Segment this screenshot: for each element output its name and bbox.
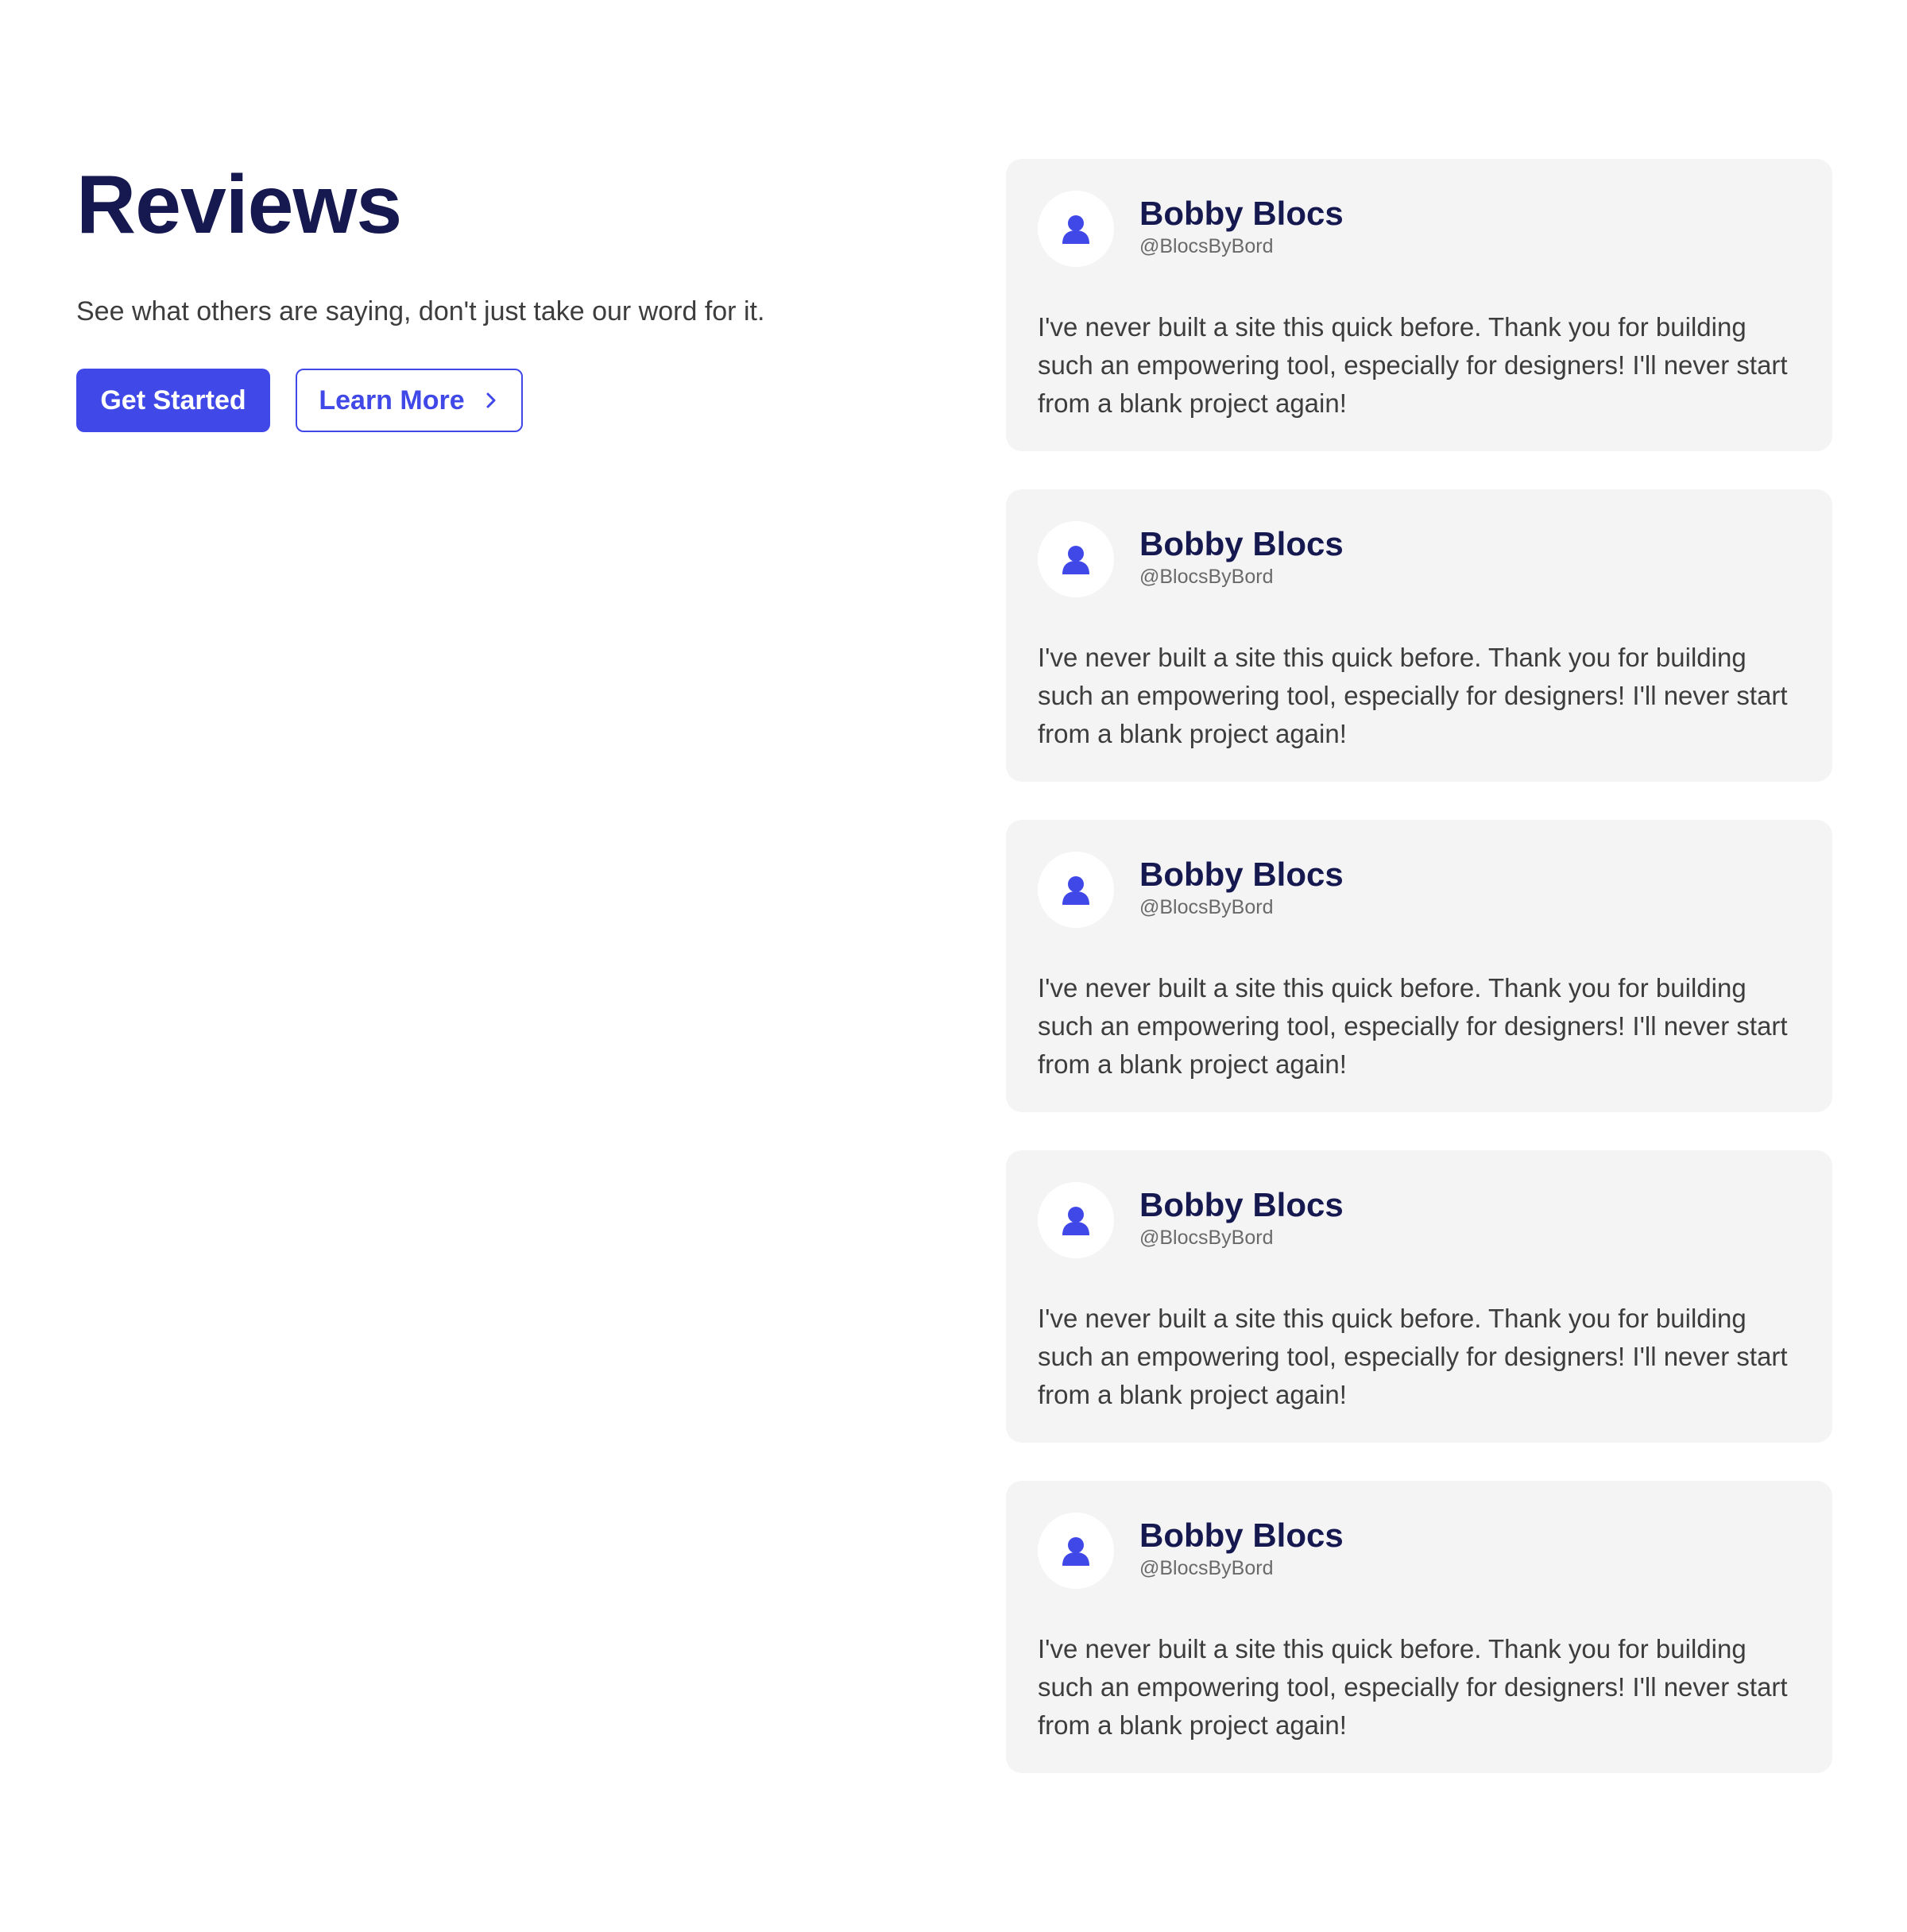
- avatar: [1038, 852, 1114, 928]
- review-header: Bobby Blocs @BlocsByBord: [1038, 1182, 1801, 1258]
- review-card: Bobby Blocs @BlocsByBord I've never buil…: [1006, 489, 1832, 782]
- reviewer-info: Bobby Blocs @BlocsByBord: [1139, 856, 1344, 920]
- reviewer-handle: @BlocsByBord: [1139, 235, 1274, 257]
- reviewer-info: Bobby Blocs @BlocsByBord: [1139, 1517, 1344, 1581]
- reviewer-name: Bobby Blocs: [1139, 1517, 1344, 1554]
- reviewer-name: Bobby Blocs: [1139, 525, 1344, 562]
- reviewer-name: Bobby Blocs: [1139, 195, 1344, 232]
- reviewer-handle: @BlocsByBord: [1139, 1227, 1274, 1249]
- reviewer-info: Bobby Blocs @BlocsByBord: [1139, 525, 1344, 589]
- review-text: I've never built a site this quick befor…: [1038, 1634, 1788, 1740]
- page-title: Reviews: [76, 159, 402, 251]
- avatar: [1038, 1513, 1114, 1589]
- review-header: Bobby Blocs @BlocsByBord: [1038, 852, 1801, 928]
- reviewer-handle: @BlocsByBord: [1139, 1557, 1274, 1579]
- reviewer-info: Bobby Blocs @BlocsByBord: [1139, 1186, 1344, 1250]
- user-icon: [1062, 1207, 1089, 1235]
- avatar: [1038, 191, 1114, 267]
- user-icon: [1062, 876, 1089, 905]
- review-text: I've never built a site this quick befor…: [1038, 312, 1788, 418]
- reviewer-name: Bobby Blocs: [1139, 1186, 1344, 1223]
- review-card: Bobby Blocs @BlocsByBord I've never buil…: [1006, 1481, 1832, 1773]
- reviewer-handle: @BlocsByBord: [1139, 896, 1274, 918]
- learn-more-label: Learn More: [319, 384, 465, 415]
- review-text: I've never built a site this quick befor…: [1038, 973, 1788, 1079]
- get-started-label: Get Started: [100, 384, 246, 415]
- reviewer-handle: @BlocsByBord: [1139, 566, 1274, 588]
- reviewer-info: Bobby Blocs @BlocsByBord: [1139, 195, 1344, 259]
- avatar: [1038, 1182, 1114, 1258]
- chevron-right-icon: [486, 392, 496, 408]
- get-started-button[interactable]: Get Started: [76, 369, 270, 432]
- review-header: Bobby Blocs @BlocsByBord: [1038, 521, 1801, 597]
- user-icon: [1062, 1537, 1089, 1566]
- hero-section: Reviews See what others are saying, don'…: [76, 156, 950, 432]
- user-icon: [1062, 215, 1089, 244]
- review-card: Bobby Blocs @BlocsByBord I've never buil…: [1006, 820, 1832, 1112]
- reviewer-name: Bobby Blocs: [1139, 856, 1344, 893]
- reviews-list: Bobby Blocs @BlocsByBord I've never buil…: [1006, 159, 1832, 1811]
- review-header: Bobby Blocs @BlocsByBord: [1038, 191, 1801, 267]
- review-header: Bobby Blocs @BlocsByBord: [1038, 1513, 1801, 1589]
- page-subtitle: See what others are saying, don't just t…: [76, 296, 765, 327]
- review-text: I've never built a site this quick befor…: [1038, 643, 1788, 748]
- user-icon: [1062, 546, 1089, 574]
- avatar: [1038, 521, 1114, 597]
- hero-actions: Get Started Learn More: [76, 369, 950, 432]
- review-text: I've never built a site this quick befor…: [1038, 1304, 1788, 1409]
- review-card: Bobby Blocs @BlocsByBord I've never buil…: [1006, 1150, 1832, 1443]
- learn-more-button[interactable]: Learn More: [296, 369, 523, 432]
- review-card: Bobby Blocs @BlocsByBord I've never buil…: [1006, 159, 1832, 451]
